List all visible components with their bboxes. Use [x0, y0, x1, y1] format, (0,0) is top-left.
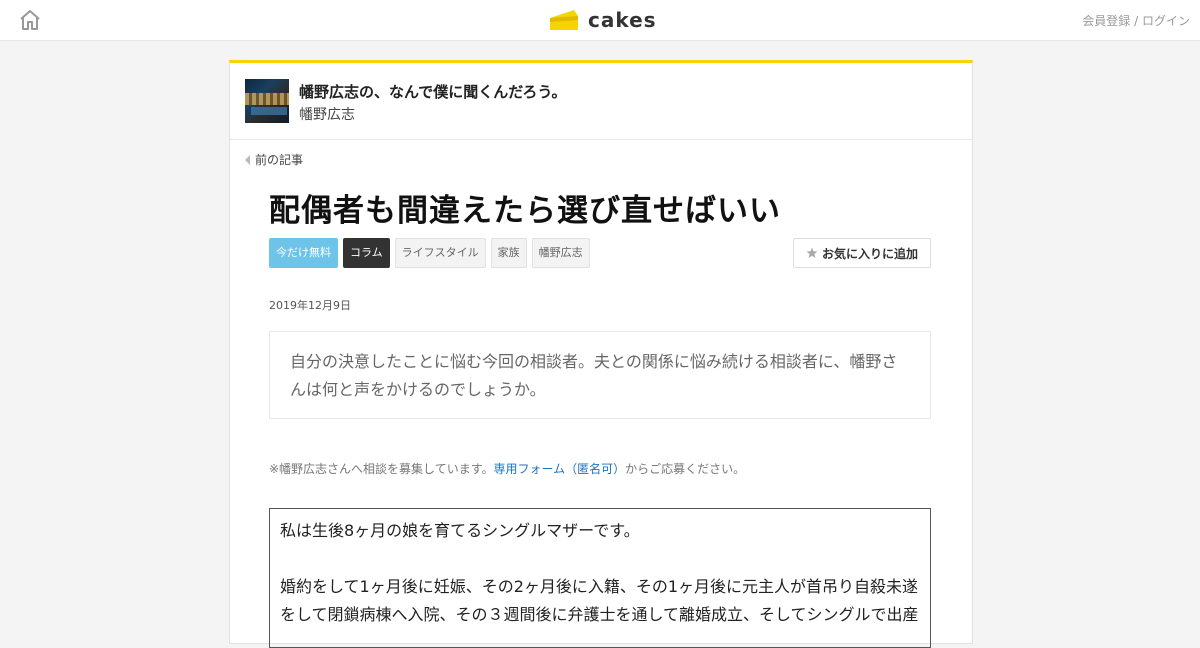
letter-paragraph: 婚約をして1ヶ月後に妊娠、その2ヶ月後に入籍、その1ヶ月後に元主人が首吊り自殺未… — [280, 577, 919, 624]
lead-box: 自分の決意したことに悩む今回の相談者。夫との関係に悩み続ける相談者に、幡野さんは… — [269, 331, 931, 419]
notice-suffix: からご応募ください。 — [625, 462, 746, 476]
series-thumbnail[interactable] — [245, 79, 289, 123]
tag-list: 今だけ無料 コラム ライフスタイル 家族 幡野広志 — [269, 238, 590, 268]
auth-links: 会員登録 / ログイン — [1082, 12, 1190, 29]
tag-free[interactable]: 今だけ無料 — [269, 238, 338, 268]
thumbnail-graphic-text — [251, 107, 287, 115]
consultation-letter: 私は生後8ヶ月の娘を育てるシングルマザーです。 婚約をして1ヶ月後に妊娠、その2… — [269, 508, 931, 648]
notice-prefix: ※幡野広志さんへ相談を募集しています。 — [269, 462, 494, 476]
register-link[interactable]: 会員登録 — [1082, 14, 1130, 28]
prev-article-label: 前の記事 — [255, 153, 304, 167]
tag-lifestyle[interactable]: ライフスタイル — [394, 238, 486, 268]
letter-paragraph: 私は生後8ヶ月の娘を育てるシングルマザーです。 — [280, 521, 640, 540]
publish-date: 2019年12月9日 — [269, 299, 351, 312]
thumbnail-graphic — [245, 93, 289, 105]
cakes-logo[interactable]: cakes — [548, 6, 657, 34]
auth-separator: / — [1130, 14, 1142, 28]
series-header[interactable]: 幡野広志の、なんで僕に聞くんだろう。 幡野広志 — [230, 63, 972, 140]
article-title: 配偶者も間違えたら選び直せばいい — [269, 193, 781, 229]
tag-column[interactable]: コラム — [343, 238, 390, 268]
add-favorite-label: お気に入りに追加 — [821, 246, 918, 261]
lead-text: 自分の決意したことに悩む今回の相談者。夫との関係に悩み続ける相談者に、幡野さんは… — [290, 352, 898, 399]
tag-family[interactable]: 家族 — [490, 238, 527, 268]
chevron-left-icon — [245, 154, 250, 165]
home-icon[interactable] — [18, 8, 42, 32]
consultation-notice: ※幡野広志さんへ相談を募集しています。専用フォーム（匿名可）からご応募ください。 — [269, 460, 745, 477]
consultation-form-link[interactable]: 専用フォーム（匿名可） — [494, 462, 626, 476]
logo-text: cakes — [588, 8, 657, 32]
tag-author[interactable]: 幡野広志 — [531, 238, 590, 268]
series-title[interactable]: 幡野広志の、なんで僕に聞くんだろう。 — [299, 81, 566, 102]
series-author[interactable]: 幡野広志 — [299, 104, 355, 124]
add-favorite-button[interactable]: お気に入りに追加 — [793, 238, 931, 268]
star-icon — [806, 247, 818, 258]
prev-article-link[interactable]: 前の記事 — [245, 151, 303, 168]
article-card: 幡野広志の、なんで僕に聞くんだろう。 幡野広志 前の記事 配偶者も間違えたら選び… — [229, 60, 973, 648]
cake-logo-icon — [550, 10, 578, 30]
login-link[interactable]: ログイン — [1142, 14, 1190, 28]
top-bar: cakes 会員登録 / ログイン — [0, 0, 1200, 41]
